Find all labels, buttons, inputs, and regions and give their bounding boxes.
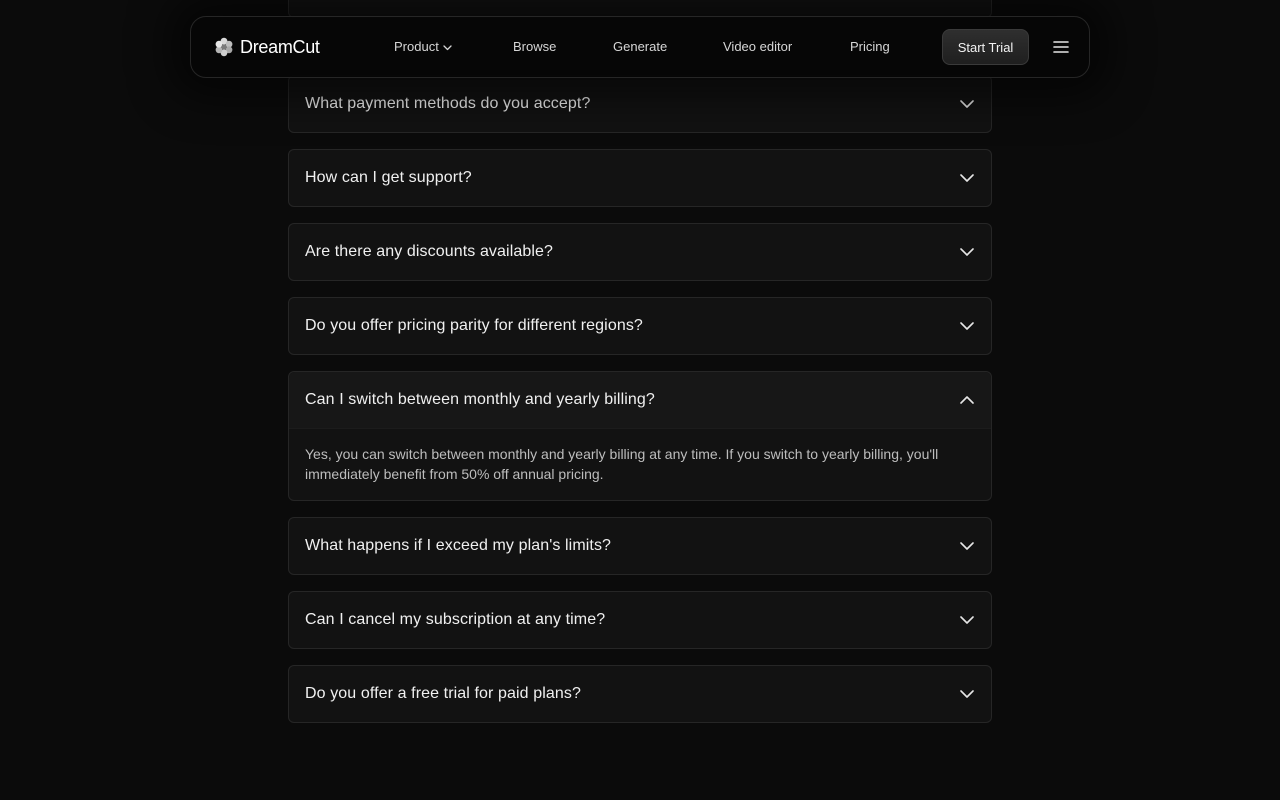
faq-question: What happens if I exceed my plan's limit… [305, 537, 612, 554]
chevron-down-icon [959, 170, 975, 186]
faq-item-cancel[interactable]: Can I cancel my subscription at any time… [288, 591, 992, 649]
faq-question: Do you offer a free trial for paid plans… [305, 685, 581, 702]
faq-question-row[interactable]: What happens if I exceed my plan's limit… [289, 518, 991, 574]
faq-question-row[interactable]: Are there any discounts available? [289, 224, 991, 280]
faq-item-free-trial[interactable]: Do you offer a free trial for paid plans… [288, 665, 992, 723]
faq-question: Are there any discounts available? [305, 243, 553, 260]
faq-question-row[interactable]: What payment methods do you accept? [289, 76, 991, 132]
chevron-down-icon [443, 39, 452, 55]
faq-item-switch-billing[interactable]: Can I switch between monthly and yearly … [288, 371, 992, 501]
faq-question: Do you offer pricing parity for differen… [305, 317, 643, 334]
faq-item-plan-limits[interactable]: What happens if I exceed my plan's limit… [288, 517, 992, 575]
nav-pricing-label: Pricing [850, 39, 890, 54]
nav-product-label: Product [394, 39, 439, 54]
chevron-down-icon [959, 318, 975, 334]
faq-item-pricing-parity[interactable]: Do you offer pricing parity for differen… [288, 297, 992, 355]
chevron-down-icon [959, 612, 975, 628]
nav-generate-label: Generate [613, 39, 668, 54]
nav-generate[interactable]: Generate [613, 39, 667, 55]
faq-question-row[interactable]: Do you offer pricing parity for differen… [289, 298, 991, 354]
faq-answer: Yes, you can switch between monthly and … [289, 428, 991, 500]
dreamcut-logo-icon [214, 37, 234, 57]
faq-question: What payment methods do you accept? [305, 95, 591, 112]
start-trial-label: Start Trial [957, 39, 1014, 55]
faq-item-support[interactable]: How can I get support? [288, 149, 992, 207]
top-navbar: DreamCut Product Browse Generate Video e… [190, 16, 1090, 78]
faq-item-discounts[interactable]: Are there any discounts available? [288, 223, 992, 281]
faq-question: Can I cancel my subscription at any time… [305, 611, 606, 628]
nav-video-editor-label: Video editor [723, 39, 793, 54]
chevron-down-icon [959, 538, 975, 554]
start-trial-button[interactable]: Start Trial [942, 29, 1029, 65]
faq-question-row[interactable]: Can I cancel my subscription at any time… [289, 592, 991, 648]
faq-question-row[interactable]: Can I switch between monthly and yearly … [289, 372, 991, 428]
chevron-down-icon [959, 686, 975, 702]
nav-product[interactable]: Product [394, 39, 452, 55]
page: What payment methods do you accept? How … [0, 0, 1280, 800]
chevron-up-icon [959, 392, 975, 408]
brand[interactable]: DreamCut [214, 37, 320, 57]
chevron-down-icon [959, 244, 975, 260]
nav-browse[interactable]: Browse [513, 39, 556, 55]
nav-browse-label: Browse [513, 39, 557, 54]
faq-question: Can I switch between monthly and yearly … [305, 391, 655, 408]
faq-question-row[interactable] [289, 0, 991, 17]
chevron-down-icon [959, 96, 975, 112]
faq-question-row[interactable]: Do you offer a free trial for paid plans… [289, 666, 991, 722]
nav-pricing[interactable]: Pricing [850, 39, 890, 55]
hamburger-menu-icon[interactable] [1052, 38, 1070, 56]
faq-question: How can I get support? [305, 169, 472, 186]
faq-question-row[interactable]: How can I get support? [289, 150, 991, 206]
nav-video-editor[interactable]: Video editor [723, 39, 792, 55]
brand-name: DreamCut [240, 36, 320, 57]
faq-item-payment-methods[interactable]: What payment methods do you accept? [288, 75, 992, 133]
